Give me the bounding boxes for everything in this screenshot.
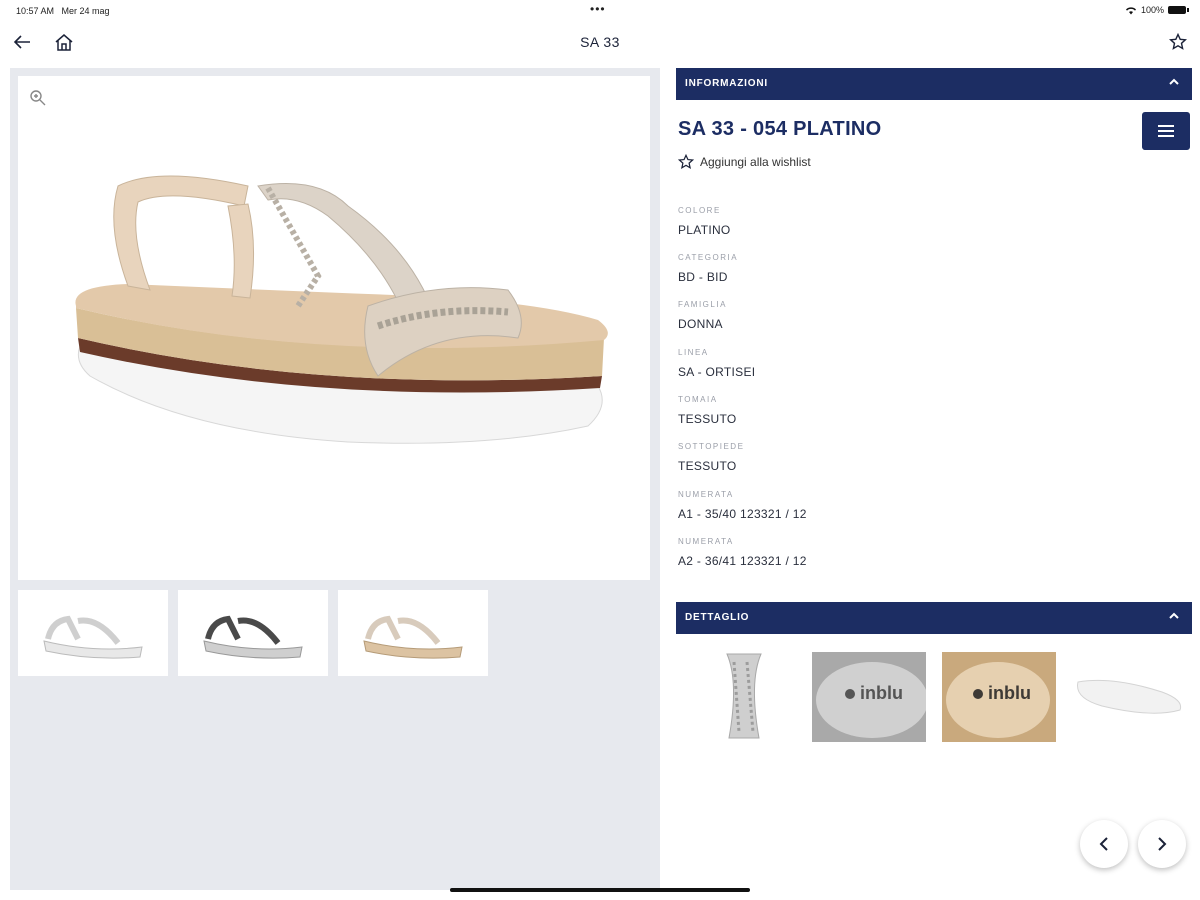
chevron-left-icon: [1099, 837, 1108, 851]
attr-value-famiglia: DONNA: [678, 317, 723, 331]
menu-button[interactable]: [1142, 112, 1190, 150]
attr-value-numerata-1: A1 - 35/40 123321 / 12: [678, 507, 807, 521]
sole-image: [1077, 679, 1182, 714]
platino-sandal-image: [363, 615, 463, 659]
next-button[interactable]: [1138, 820, 1186, 868]
battery-percent: 100%: [1140, 5, 1164, 15]
brand-logo-beige: inblu: [988, 683, 1031, 703]
hamburger-menu-icon: [1158, 125, 1174, 137]
image-gallery-panel: [10, 68, 660, 890]
attr-label-sottopiede: SOTTOPIEDE: [678, 442, 745, 451]
chevron-up-icon: [1169, 612, 1179, 619]
wishlist-label: Aggiungi alla wishlist: [700, 155, 811, 169]
star-outline-icon: [678, 154, 694, 170]
navigation-bar: SA 33: [0, 22, 1200, 62]
product-info-panel: INFORMAZIONI SA 33 - 054 PLATINO Aggiung…: [676, 68, 1192, 890]
attr-label-colore: COLORE: [678, 206, 721, 215]
attr-label-tomaia: TOMAIA: [678, 395, 718, 404]
attr-label-linea: LINEA: [678, 348, 709, 357]
dettaglio-header-label: DETTAGLIO: [685, 612, 750, 623]
status-right: 100%: [1125, 5, 1189, 15]
informazioni-header-label: INFORMAZIONI: [685, 78, 768, 89]
attr-label-famiglia: FAMIGLIA: [678, 300, 727, 309]
detail-image-strap[interactable]: [682, 652, 796, 742]
home-indicator[interactable]: [450, 888, 750, 892]
attr-value-linea: SA - ORTISEI: [678, 365, 756, 379]
battery-icon: [1168, 6, 1189, 14]
main-product-image[interactable]: [18, 76, 650, 580]
dettaglio-section-header[interactable]: DETTAGLIO: [676, 602, 1192, 634]
strap-detail-image: [726, 653, 762, 739]
attr-label-numerata-1: NUMERATA: [678, 490, 734, 499]
star-icon: [1169, 33, 1187, 50]
sandal-image: [75, 175, 608, 444]
previous-button[interactable]: [1080, 820, 1128, 868]
detail-image-grey-insole[interactable]: inblu: [812, 652, 926, 742]
zoom-icon[interactable]: [28, 88, 48, 108]
thumbnail-black-sandal[interactable]: [178, 590, 328, 676]
attr-value-sottopiede: TESSUTO: [678, 459, 737, 473]
add-to-wishlist-button[interactable]: Aggiungi alla wishlist: [678, 154, 811, 170]
wifi-icon: [1125, 6, 1136, 14]
attr-value-tomaia: TESSUTO: [678, 412, 737, 426]
status-bar: 10:57 AM Mer 24 mag ••• 100%: [0, 0, 1200, 22]
attr-value-colore: PLATINO: [678, 223, 731, 237]
page-title: SA 33: [580, 34, 620, 50]
thumbnail-white-sandal[interactable]: [18, 590, 168, 676]
attr-label-numerata-2: NUMERATA: [678, 537, 734, 546]
favorite-button[interactable]: [1164, 28, 1192, 56]
detail-image-sole[interactable]: [1072, 652, 1186, 742]
attr-value-categoria: BD - BID: [678, 270, 728, 284]
attr-value-numerata-2: A2 - 36/41 123321 / 12: [678, 554, 807, 568]
detail-image-beige-insole[interactable]: inblu: [942, 652, 1056, 742]
informazioni-section-header[interactable]: INFORMAZIONI: [676, 68, 1192, 100]
multitasking-dots-icon[interactable]: •••: [590, 2, 606, 16]
product-title: SA 33 - 054 PLATINO: [678, 118, 882, 140]
chevron-up-icon: [1169, 78, 1179, 85]
thumbnail-platino-sandal[interactable]: [338, 590, 488, 676]
attr-label-categoria: CATEGORIA: [678, 253, 739, 262]
status-time: 10:57 AM Mer 24 mag: [16, 6, 110, 16]
black-sandal-image: [203, 615, 303, 659]
chevron-right-icon: [1158, 837, 1167, 851]
status-date-text: Mer 24 mag: [61, 6, 110, 16]
brand-logo-grey: inblu: [860, 683, 903, 703]
status-time-text: 10:57 AM: [16, 6, 55, 16]
white-sandal-image: [43, 615, 143, 659]
